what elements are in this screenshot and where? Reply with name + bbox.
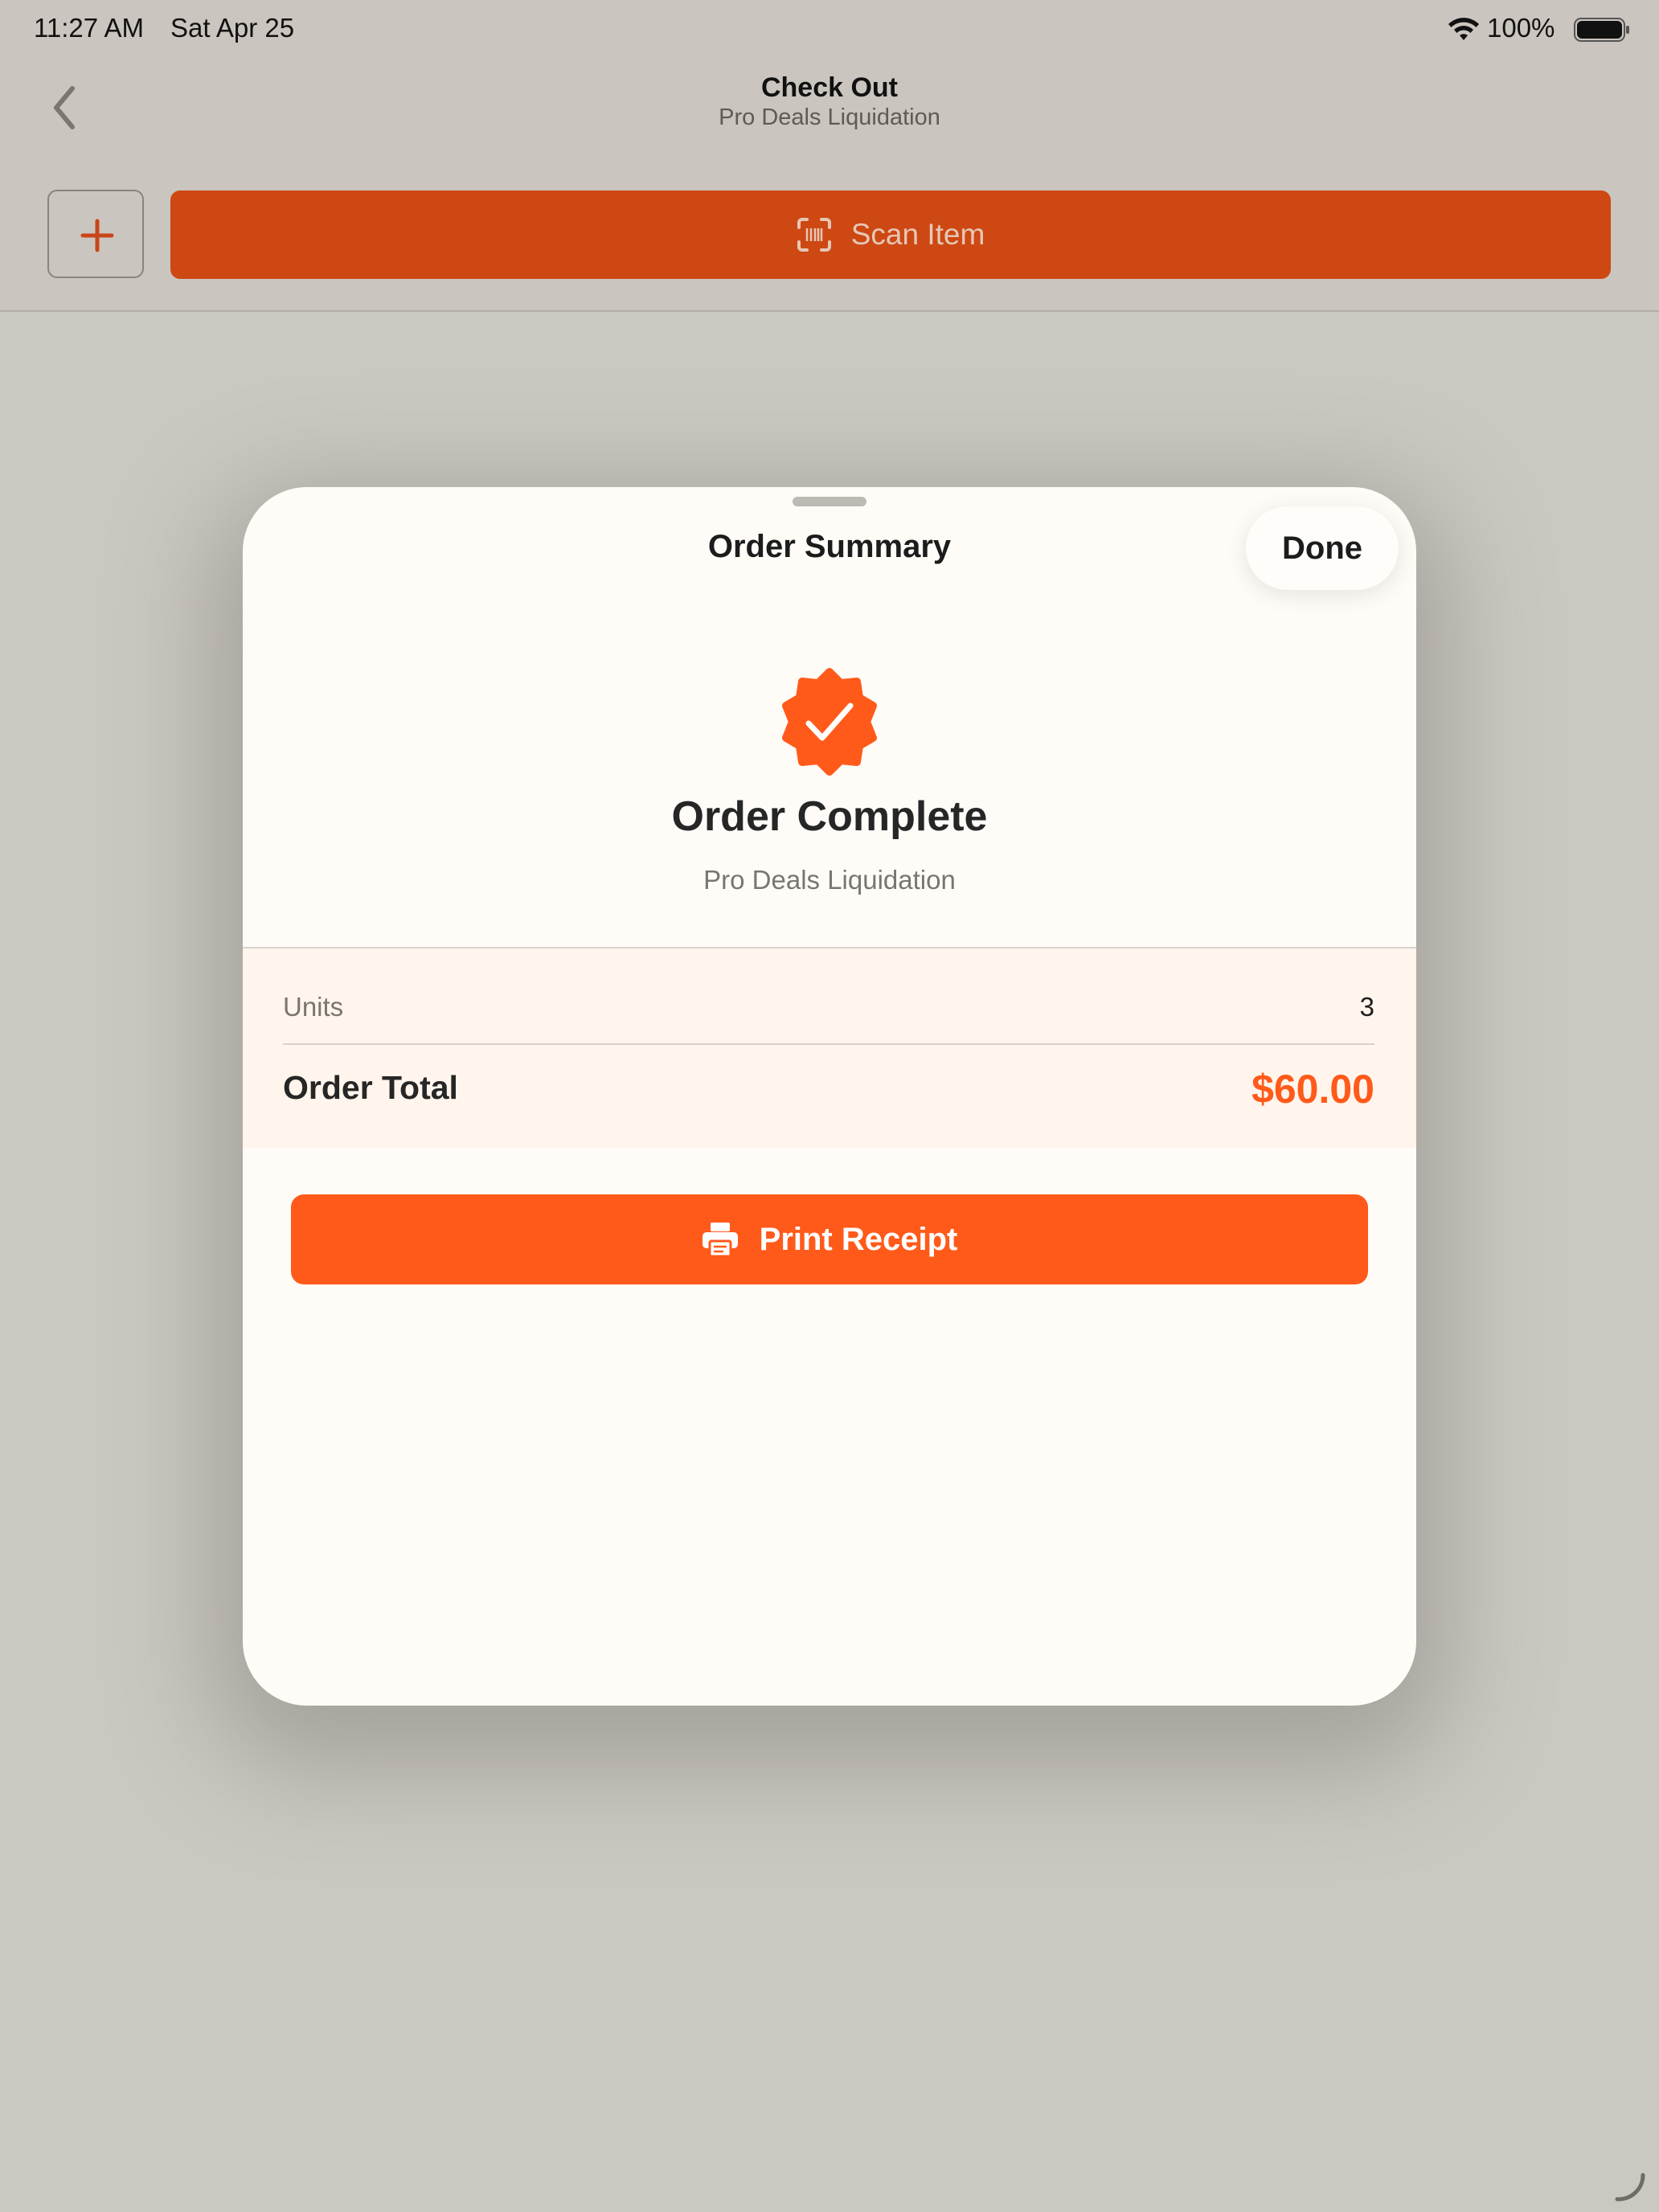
order-total-value: $60.00 [1251, 1067, 1374, 1112]
printer-icon [702, 1223, 738, 1257]
battery-percentage: 100% [1487, 13, 1555, 43]
row-divider [283, 1043, 1374, 1045]
nav-header: Check Out Pro Deals Liquidation Scan Ite… [0, 58, 1659, 312]
add-item-button[interactable] [47, 190, 144, 278]
order-complete-title: Order Complete [671, 793, 988, 840]
status-bar: 11:27 AM Sat Apr 25 100% [0, 0, 1659, 58]
scan-item-label: Scan Item [850, 218, 985, 251]
order-summary-panel: Units 3 Order Total $60.00 [243, 948, 1416, 1148]
resize-handle-icon[interactable] [1612, 2170, 1648, 2202]
scan-item-button[interactable]: Scan Item [170, 190, 1611, 279]
print-receipt-button[interactable]: Print Receipt [291, 1194, 1368, 1284]
print-receipt-label: Print Receipt [759, 1221, 958, 1257]
barcode-scan-icon [797, 218, 831, 252]
done-button[interactable]: Done [1246, 506, 1399, 590]
plus-icon [80, 219, 114, 252]
order-summary-sheet: Order Summary Done Order Complete Pro De… [243, 487, 1416, 1706]
done-label: Done [1282, 530, 1362, 566]
status-time: 11:27 AM [34, 13, 144, 43]
page-subtitle: Pro Deals Liquidation [719, 104, 940, 130]
sheet-title: Order Summary [707, 529, 952, 564]
status-date: Sat Apr 25 [170, 13, 295, 43]
battery-icon [1574, 18, 1629, 42]
order-total-label: Order Total [283, 1069, 458, 1106]
store-name: Pro Deals Liquidation [703, 865, 956, 895]
checkmark-seal-icon [782, 668, 877, 776]
units-value: 3 [1359, 992, 1374, 1022]
page-title: Check Out [760, 72, 899, 103]
units-label: Units [283, 992, 344, 1022]
wifi-icon [1448, 18, 1479, 40]
sheet-grabber[interactable] [793, 497, 866, 506]
